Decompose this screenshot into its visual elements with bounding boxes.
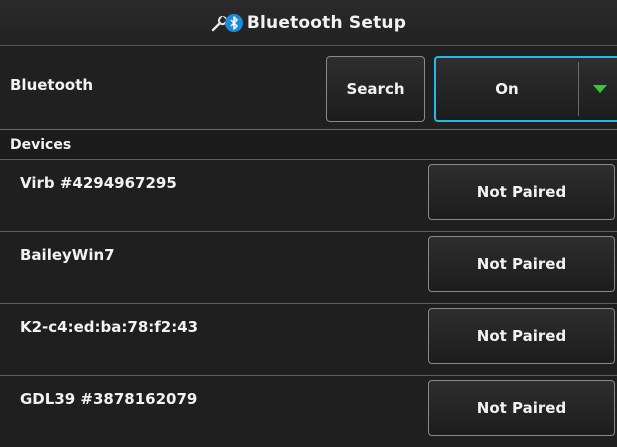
device-row: Virb #4294967295 Not Paired <box>0 159 617 231</box>
pair-button[interactable]: Not Paired <box>428 236 615 292</box>
select-divider <box>578 62 579 116</box>
dropdown-arrow-icon[interactable] <box>593 85 607 93</box>
pair-button[interactable]: Not Paired <box>428 380 615 436</box>
device-row: GDL39 #3878162079 Not Paired <box>0 375 617 447</box>
devices-section-header: Devices <box>0 130 617 158</box>
device-row: K2-c4:ed:ba:78:f2:43 Not Paired <box>0 303 617 375</box>
devices-label: Devices <box>10 137 72 153</box>
device-name: K2-c4:ed:ba:78:f2:43 <box>20 318 199 336</box>
device-name: Virb #4294967295 <box>20 174 177 192</box>
bluetooth-state-value: On <box>495 80 519 98</box>
search-button[interactable]: Search <box>326 56 425 122</box>
bluetooth-icon <box>224 13 243 32</box>
pair-button[interactable]: Not Paired <box>428 164 615 220</box>
pair-button[interactable]: Not Paired <box>428 308 615 364</box>
title-icons <box>211 13 243 32</box>
title-bar: Bluetooth Setup <box>0 0 617 46</box>
device-name: GDL39 #3878162079 <box>20 390 198 408</box>
device-name: BaileyWin7 <box>20 246 115 264</box>
bluetooth-row: Bluetooth Search On <box>0 46 617 130</box>
bluetooth-label: Bluetooth <box>10 76 94 94</box>
bluetooth-state-select[interactable]: On <box>434 56 617 122</box>
page-title: Bluetooth Setup <box>246 12 407 33</box>
device-row: BaileyWin7 Not Paired <box>0 231 617 303</box>
